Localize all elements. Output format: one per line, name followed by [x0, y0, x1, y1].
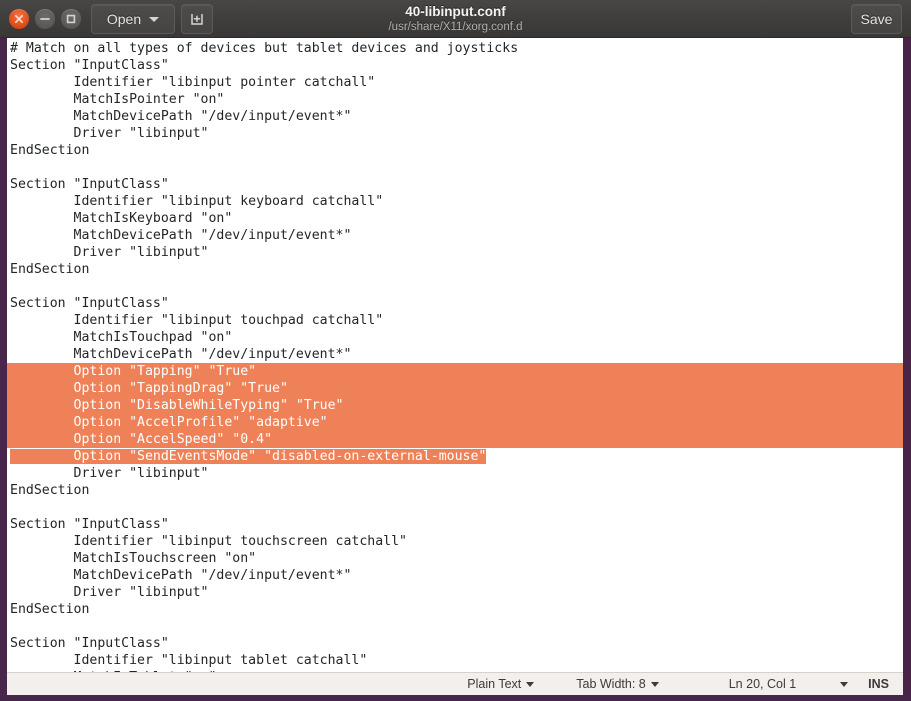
- code-line[interactable]: Section "InputClass": [7, 635, 903, 652]
- code-line[interactable]: [7, 499, 903, 516]
- text-editor-area[interactable]: # Match on all types of devices but tabl…: [7, 38, 903, 672]
- code-line[interactable]: Driver "libinput": [7, 584, 903, 601]
- code-line[interactable]: Identifier "libinput keyboard catchall": [7, 193, 903, 210]
- document-text[interactable]: # Match on all types of devices but tabl…: [7, 40, 903, 672]
- window-left-edge: [0, 38, 7, 701]
- code-line[interactable]: Driver "libinput": [7, 465, 903, 482]
- chevron-down-icon: [840, 682, 848, 687]
- save-button[interactable]: Save: [851, 4, 902, 34]
- window-bottom-edge: [0, 695, 911, 701]
- cursor-position-indicator: Ln 20, Col 1: [719, 673, 806, 695]
- cursor-position-menu-button[interactable]: [830, 673, 858, 695]
- insert-mode-label: INS: [868, 678, 889, 691]
- code-line[interactable]: MatchIsKeyboard "on": [7, 210, 903, 227]
- code-line[interactable]: [7, 618, 903, 635]
- close-button[interactable]: [9, 9, 29, 29]
- new-document-icon: [188, 10, 206, 28]
- titlebar: Open 40-libinput.conf /usr/share/X11/xor…: [0, 0, 911, 38]
- code-line[interactable]: Identifier "libinput touchscreen catchal…: [7, 533, 903, 550]
- language-label: Plain Text: [467, 678, 521, 691]
- chevron-down-icon: [149, 17, 159, 22]
- code-line[interactable]: Section "InputClass": [7, 516, 903, 533]
- code-line[interactable]: MatchDevicePath "/dev/input/event*": [7, 346, 903, 363]
- code-line[interactable]: Option "AccelProfile" "adaptive": [7, 414, 903, 431]
- code-line[interactable]: EndSection: [7, 482, 903, 499]
- code-line[interactable]: Section "InputClass": [7, 176, 903, 193]
- tab-width-selector[interactable]: Tab Width: 8: [566, 673, 668, 695]
- insert-mode-indicator[interactable]: INS: [858, 673, 903, 695]
- code-line[interactable]: MatchDevicePath "/dev/input/event*": [7, 108, 903, 125]
- open-button[interactable]: Open: [91, 4, 175, 34]
- code-line[interactable]: EndSection: [7, 261, 903, 278]
- code-line[interactable]: Option "DisableWhileTyping" "True": [7, 397, 903, 414]
- chevron-down-icon: [651, 682, 659, 687]
- save-button-label: Save: [861, 12, 893, 26]
- chevron-down-icon: [526, 682, 534, 687]
- maximize-icon: [61, 9, 81, 29]
- code-line[interactable]: Driver "libinput": [7, 125, 903, 142]
- minimize-button[interactable]: [35, 9, 55, 29]
- code-line[interactable]: Identifier "libinput touchpad catchall": [7, 312, 903, 329]
- code-line[interactable]: Driver "libinput": [7, 244, 903, 261]
- code-line[interactable]: EndSection: [7, 601, 903, 618]
- tab-width-label: Tab Width: 8: [576, 678, 645, 691]
- code-line[interactable]: Identifier "libinput tablet catchall": [7, 652, 903, 669]
- code-line[interactable]: Section "InputClass": [7, 57, 903, 74]
- code-line[interactable]: Option "AccelSpeed" "0.4": [7, 431, 903, 448]
- language-selector[interactable]: Plain Text: [457, 673, 544, 695]
- window-right-edge: [903, 38, 911, 701]
- code-line[interactable]: MatchIsTouchpad "on": [7, 329, 903, 346]
- gedit-window: Open 40-libinput.conf /usr/share/X11/xor…: [0, 0, 911, 701]
- code-line[interactable]: [7, 159, 903, 176]
- code-line[interactable]: Option "Tapping" "True": [7, 363, 903, 380]
- code-line[interactable]: Option "SendEventsMode" "disabled-on-ext…: [7, 448, 903, 465]
- code-line[interactable]: EndSection: [7, 142, 903, 159]
- code-line[interactable]: [7, 278, 903, 295]
- cursor-position-label: Ln 20, Col 1: [729, 678, 796, 691]
- code-line[interactable]: MatchIsTouchscreen "on": [7, 550, 903, 567]
- maximize-button[interactable]: [61, 9, 81, 29]
- close-icon: [9, 9, 29, 29]
- code-line[interactable]: MatchDevicePath "/dev/input/event*": [7, 227, 903, 244]
- open-button-label: Open: [107, 12, 141, 26]
- code-line[interactable]: Option "TappingDrag" "True": [7, 380, 903, 397]
- window-controls: [9, 9, 81, 29]
- code-line[interactable]: Section "InputClass": [7, 295, 903, 312]
- selected-text: Option "SendEventsMode" "disabled-on-ext…: [10, 449, 486, 464]
- code-line[interactable]: MatchIsPointer "on": [7, 91, 903, 108]
- new-document-button[interactable]: [181, 4, 213, 34]
- code-line[interactable]: MatchDevicePath "/dev/input/event*": [7, 567, 903, 584]
- minimize-icon: [35, 9, 55, 29]
- code-line[interactable]: # Match on all types of devices but tabl…: [7, 40, 903, 57]
- code-line[interactable]: Identifier "libinput pointer catchall": [7, 74, 903, 91]
- statusbar: Plain Text Tab Width: 8 Ln 20, Col 1 INS: [7, 672, 903, 695]
